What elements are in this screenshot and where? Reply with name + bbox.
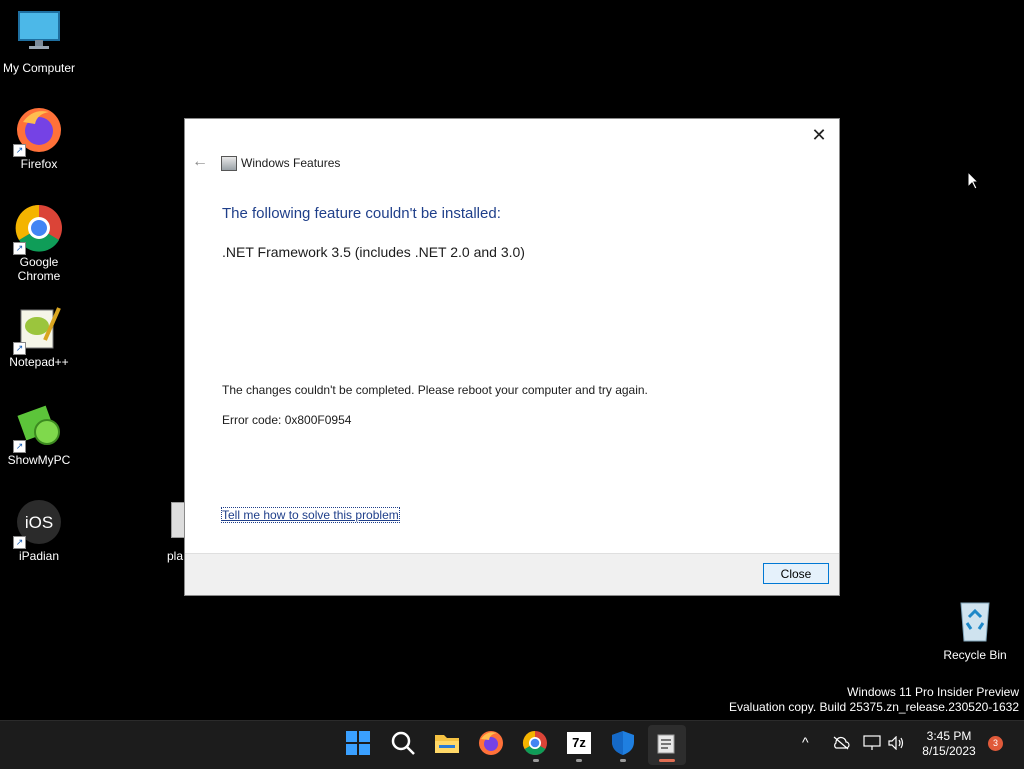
windows-features-icon [221, 156, 237, 171]
firefox-icon: ↗ [13, 106, 63, 157]
desktop-icon-label: Google Chrome [17, 255, 61, 283]
notification-badge[interactable]: 3 [988, 736, 1003, 751]
desktop-icon-firefox[interactable]: ↗ Firefox [0, 106, 78, 171]
back-arrow-icon[interactable]: ← [192, 153, 208, 171]
shortcut-arrow-icon: ↗ [13, 342, 26, 355]
dialog-heading: The following feature couldn't be instal… [222, 205, 501, 222]
notepadpp-icon: ↗ [13, 304, 63, 355]
feature-name: .NET Framework 3.5 (includes .NET 2.0 an… [222, 244, 525, 260]
showmypc-icon: ↗ [13, 402, 63, 453]
search-icon[interactable] [388, 728, 418, 758]
shortcut-arrow-icon: ↗ [13, 536, 26, 549]
desktop-icon-label: Recycle Bin [943, 648, 1007, 662]
evaluation-watermark: Windows 11 Pro Insider Preview Evaluatio… [729, 685, 1019, 715]
shortcut-arrow-icon: ↗ [13, 440, 26, 453]
desktop-icon-notepadpp[interactable]: ↗ Notepad++ [0, 304, 78, 369]
chrome-icon: ↗ [13, 204, 63, 255]
desktop-icon-label: Notepad++ [9, 355, 69, 369]
file-explorer-icon[interactable] [432, 728, 462, 758]
shortcut-arrow-icon: ↗ [13, 242, 26, 255]
dialog-app-title: Windows Features [241, 156, 341, 170]
desktop-icon-label: My Computer [2, 61, 76, 75]
7zip-label: 7z [567, 732, 591, 754]
desktop-icon-showmypc[interactable]: ↗ ShowMyPC [0, 402, 78, 467]
active-running-indicator [659, 759, 675, 762]
monitor-icon [15, 10, 63, 58]
windows-features-dialog: ✕ ← Windows Features The following featu… [184, 118, 840, 596]
volume-icon[interactable] [888, 736, 904, 750]
svg-text:iOS: iOS [25, 513, 53, 532]
help-link[interactable]: Tell me how to solve this problem [221, 507, 400, 523]
desktop-icon-label: pla [167, 549, 184, 563]
desktop-icon-ipadian[interactable]: iOS ↗ iPadian [0, 498, 78, 563]
clock-date: 8/15/2023 [922, 744, 976, 758]
chrome-icon[interactable] [520, 728, 550, 758]
watermark-line-2: Evaluation copy. Build 25375.zn_release.… [729, 700, 1019, 714]
desktop-icon-recycle-bin[interactable]: Recycle Bin [936, 597, 1014, 662]
mouse-pointer-icon [967, 171, 979, 190]
close-icon[interactable]: ✕ [807, 123, 831, 147]
watermark-line-1: Windows 11 Pro Insider Preview [847, 685, 1019, 699]
defender-icon[interactable] [608, 728, 638, 758]
shortcut-arrow-icon: ↗ [13, 144, 26, 157]
network-icon[interactable] [863, 735, 881, 751]
ipadian-icon: iOS ↗ [13, 498, 63, 549]
running-indicator [576, 759, 582, 762]
clock[interactable]: 3:45 PM 8/15/2023 [910, 729, 988, 759]
desktop-icon-my-computer[interactable]: My Computer [0, 10, 78, 75]
desktop-icon-chrome[interactable]: ↗ Google Chrome [0, 204, 78, 283]
windows-features-icon[interactable] [652, 728, 682, 758]
start-icon[interactable] [343, 728, 373, 758]
desktop-icon-label: iPadian [18, 549, 60, 563]
running-indicator [620, 759, 626, 762]
desktop-icon-file[interactable]: pla [166, 502, 187, 564]
error-message: The changes couldn't be completed. Pleas… [222, 383, 648, 397]
recycle-bin-icon [951, 597, 999, 645]
dialog-footer: Close [185, 553, 839, 595]
7zip-icon[interactable]: 7z [564, 728, 594, 758]
clock-time: 3:45 PM [926, 729, 972, 743]
desktop-icon-label: ShowMyPC [7, 453, 71, 467]
show-hidden-icons-chevron-icon[interactable]: ^ [802, 734, 809, 750]
desktop-icon-label: Firefox [20, 157, 58, 171]
cloud-offline-icon[interactable] [832, 736, 850, 750]
running-indicator [533, 759, 539, 762]
close-button[interactable]: Close [763, 563, 829, 584]
error-code: Error code: 0x800F0954 [222, 413, 352, 427]
firefox-icon[interactable] [476, 728, 506, 758]
